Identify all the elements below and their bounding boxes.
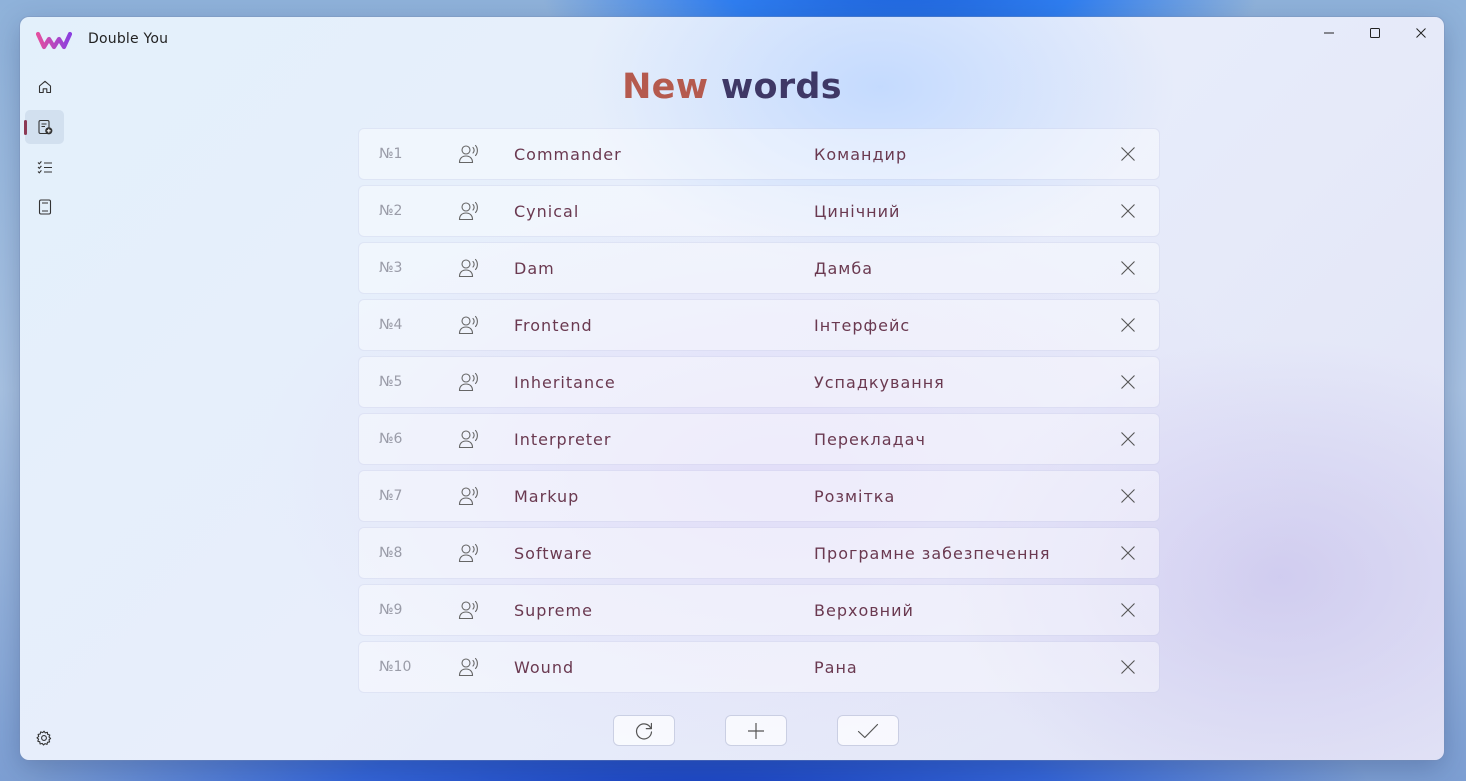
app-window: Double You New words №1 Commander Команд…	[20, 17, 1444, 760]
row-number: №10	[379, 659, 412, 675]
minimize-button[interactable]	[1306, 17, 1352, 49]
translation-text: Командир	[814, 145, 908, 164]
remove-word-button[interactable]	[1117, 485, 1139, 507]
translation-text: Верховний	[814, 601, 914, 620]
speak-icon[interactable]	[457, 542, 481, 564]
speak-icon[interactable]	[457, 656, 481, 678]
check-icon	[857, 723, 879, 738]
remove-word-button[interactable]	[1117, 143, 1139, 165]
page-title-words: words	[720, 67, 842, 107]
remove-word-button[interactable]	[1117, 200, 1139, 222]
speak-icon[interactable]	[457, 485, 481, 507]
close-icon	[1121, 204, 1135, 218]
close-icon	[1121, 261, 1135, 275]
plus-icon	[748, 722, 764, 739]
word-text: Supreme	[514, 601, 593, 620]
nav-checklist[interactable]	[25, 150, 64, 184]
row-number: №6	[379, 431, 403, 447]
checklist-icon	[37, 161, 52, 174]
refresh-icon	[635, 722, 653, 740]
remove-word-button[interactable]	[1117, 257, 1139, 279]
word-row: №5 Inheritance Успадкування	[359, 357, 1159, 407]
word-row: №4 Frontend Інтерфейс	[359, 300, 1159, 350]
word-row: №10 Wound Рана	[359, 642, 1159, 692]
close-icon	[1121, 375, 1135, 389]
word-row: №9 Supreme Верховний	[359, 585, 1159, 635]
book-icon	[38, 199, 51, 215]
row-number: №4	[379, 317, 403, 333]
remove-word-button[interactable]	[1117, 542, 1139, 564]
translation-text: Розмітка	[814, 487, 896, 506]
speak-icon[interactable]	[457, 200, 481, 222]
word-text: Software	[514, 544, 593, 563]
page-title-new: New	[622, 67, 709, 107]
nav-new-words[interactable]	[24, 110, 64, 144]
nav-book[interactable]	[25, 190, 64, 224]
close-icon	[1121, 432, 1135, 446]
word-text: Interpreter	[514, 430, 612, 449]
close-icon	[1121, 546, 1135, 560]
word-text: Inheritance	[514, 373, 616, 392]
remove-word-button[interactable]	[1117, 656, 1139, 678]
translation-text: Програмне забезпечення	[814, 544, 1051, 563]
row-number: №3	[379, 260, 403, 276]
speak-icon[interactable]	[457, 599, 481, 621]
remove-word-button[interactable]	[1117, 428, 1139, 450]
new-words-icon	[37, 119, 52, 135]
maximize-button[interactable]	[1352, 17, 1398, 49]
close-icon	[1121, 489, 1135, 503]
row-number: №1	[379, 146, 403, 162]
confirm-button[interactable]	[838, 716, 898, 745]
close-icon	[1121, 660, 1135, 674]
word-text: Dam	[514, 259, 555, 278]
refresh-button[interactable]	[614, 716, 674, 745]
gear-icon[interactable]	[34, 728, 54, 748]
translation-text: Рана	[814, 658, 858, 677]
word-text: Cynical	[514, 202, 580, 221]
remove-word-button[interactable]	[1117, 371, 1139, 393]
speak-icon[interactable]	[457, 257, 481, 279]
word-text: Markup	[514, 487, 580, 506]
word-row: №2 Cynical Цинічний	[359, 186, 1159, 236]
title-bar[interactable]: Double You	[20, 17, 1444, 61]
close-icon	[1121, 318, 1135, 332]
translation-text: Цинічний	[814, 202, 901, 221]
close-icon	[1121, 603, 1135, 617]
close-icon	[1416, 28, 1426, 38]
speak-icon[interactable]	[457, 143, 481, 165]
maximize-icon	[1370, 28, 1380, 38]
row-number: №5	[379, 374, 403, 390]
speak-icon[interactable]	[457, 314, 481, 336]
app-title: Double You	[88, 31, 169, 47]
word-row: №6 Interpreter Перекладач	[359, 414, 1159, 464]
row-number: №9	[379, 602, 403, 618]
word-list: №1 Commander Командир №2 Cynical Цинічни…	[359, 129, 1159, 699]
close-window-button[interactable]	[1398, 17, 1444, 49]
nav-active-indicator	[24, 120, 27, 135]
translation-text: Перекладач	[814, 430, 926, 449]
word-text: Frontend	[514, 316, 593, 335]
row-number: №2	[379, 203, 403, 219]
row-number: №8	[379, 545, 403, 561]
translation-text: Дамба	[814, 259, 874, 278]
remove-word-button[interactable]	[1117, 599, 1139, 621]
word-text: Wound	[514, 658, 575, 677]
word-row: №7 Markup Розмітка	[359, 471, 1159, 521]
translation-text: Інтерфейс	[814, 316, 911, 335]
add-word-button[interactable]	[726, 716, 786, 745]
remove-word-button[interactable]	[1117, 314, 1139, 336]
speak-icon[interactable]	[457, 371, 481, 393]
word-row: №1 Commander Командир	[359, 129, 1159, 179]
row-number: №7	[379, 488, 403, 504]
word-row: №8 Software Програмне забезпечення	[359, 528, 1159, 578]
translation-text: Успадкування	[814, 373, 945, 392]
speak-icon[interactable]	[457, 428, 481, 450]
minimize-icon	[1324, 32, 1334, 34]
close-icon	[1121, 147, 1135, 161]
word-row: №3 Dam Дамба	[359, 243, 1159, 293]
app-logo-icon	[36, 31, 72, 50]
page-title: New words	[20, 67, 1444, 107]
word-text: Commander	[514, 145, 622, 164]
